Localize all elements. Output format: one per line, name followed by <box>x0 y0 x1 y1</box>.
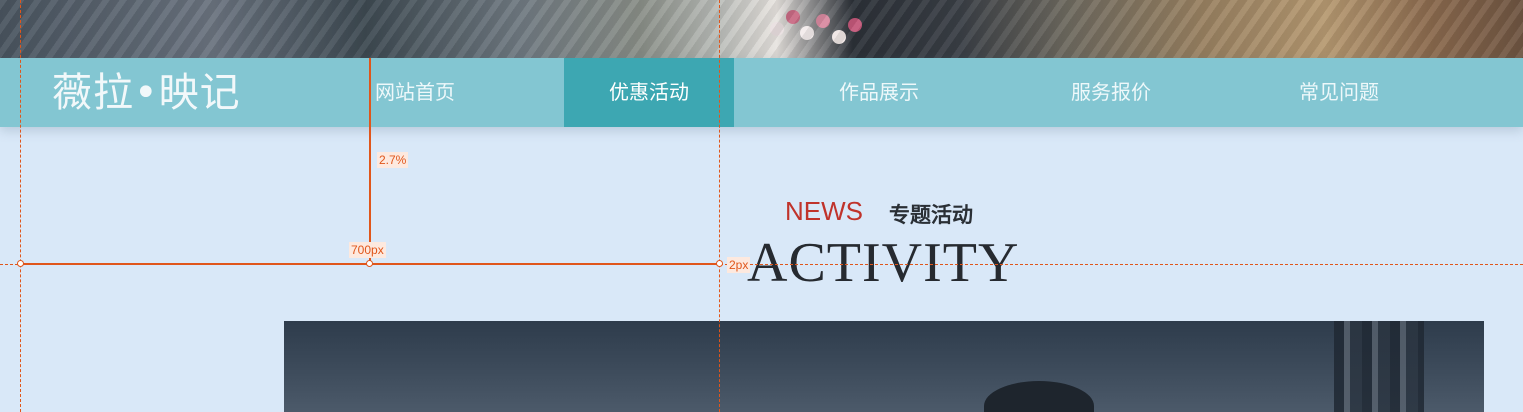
section-heading-news: NEWS <box>785 196 863 226</box>
guide-line-center <box>719 0 720 412</box>
gap-measure-label: 2px <box>727 257 751 273</box>
measure-handle-left[interactable] <box>17 260 24 267</box>
main-navbar: 薇拉•映记 网站首页 优惠活动 作品展示 服务报价 常见问题 <box>0 58 1523 127</box>
bouquet-image <box>760 4 870 54</box>
activity-photo[interactable] <box>284 321 1484 412</box>
section-heading-activity: ACTIVITY <box>747 232 1020 294</box>
nav-item-portfolio[interactable]: 作品展示 <box>794 58 964 127</box>
height-measure-line <box>369 58 371 264</box>
measure-handle-middle[interactable] <box>366 260 373 267</box>
guide-line-left <box>20 0 21 412</box>
nav-item-home[interactable]: 网站首页 <box>375 58 455 127</box>
vertical-measure-label: 2.7% <box>377 152 409 168</box>
header-banner-image <box>0 0 1523 58</box>
section-heading-activities-cn: 专题活动 <box>889 203 973 227</box>
nav-item-faq[interactable]: 常见问题 <box>1254 58 1424 127</box>
width-measure-label: 700px <box>349 242 386 258</box>
nav-item-promotions[interactable]: 优惠活动 <box>564 58 734 127</box>
nav-item-pricing[interactable]: 服务报价 <box>1026 58 1196 127</box>
measure-handle-right[interactable] <box>716 260 723 267</box>
site-logo[interactable]: 薇拉•映记 <box>52 68 241 118</box>
